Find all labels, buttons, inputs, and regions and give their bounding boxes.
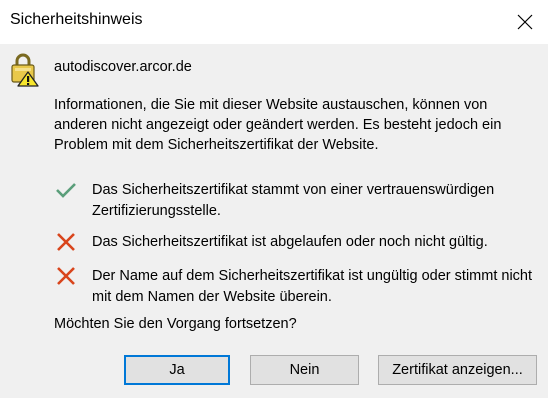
padlock-warning-icon: [11, 53, 39, 87]
status-item-text: Der Name auf dem Sicherheitszertifikat i…: [92, 268, 533, 305]
title-bar: Sicherheitshinweis: [0, 0, 548, 44]
x-icon: [57, 267, 75, 285]
continue-question: Möchten Sie den Vorgang fortsetzen?: [54, 316, 297, 332]
close-icon: [517, 14, 533, 30]
website-host: autodiscover.arcor.de: [54, 59, 192, 75]
status-item-text: Das Sicherheitszertifikat ist abgelaufen…: [92, 234, 488, 250]
yes-button[interactable]: Ja: [124, 355, 230, 385]
view-certificate-button[interactable]: Zertifikat anzeigen...: [378, 355, 537, 385]
x-icon: [57, 233, 75, 251]
info-text: Informationen, die Sie mit dieser Websit…: [54, 97, 502, 153]
no-button[interactable]: Nein: [250, 355, 359, 385]
status-item-text: Das Sicherheitszertifikat stammt von ein…: [92, 182, 495, 219]
dialog-title: Sicherheitshinweis: [10, 11, 143, 28]
close-button[interactable]: [502, 0, 548, 44]
check-icon: [56, 183, 76, 198]
security-warning-dialog: Sicherheitshinweis autodiscover.arcor.de…: [0, 0, 548, 398]
